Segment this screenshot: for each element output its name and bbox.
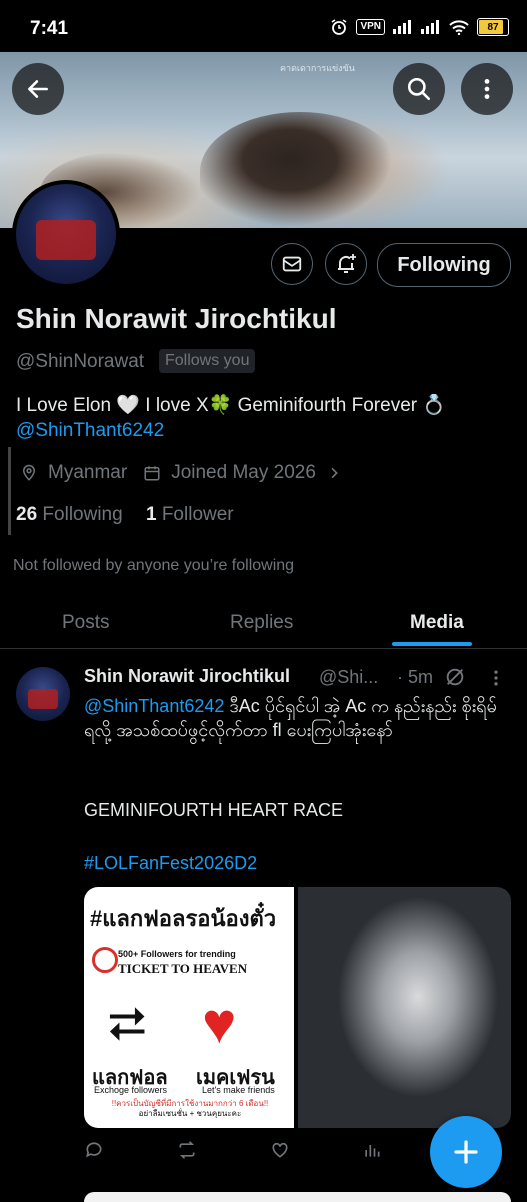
following-count: 26 — [16, 504, 38, 525]
message-button[interactable] — [271, 243, 313, 285]
profile-bio: I Love Elon 🤍 I love X🍀 Geminifourth For… — [16, 395, 447, 416]
signal-icon — [421, 20, 439, 34]
post-author-handle: @Shi... — [319, 667, 379, 687]
media-footer: !!ควรเป็นบัญชีที่มีการใช้งานมากกว่า 6 เด… — [94, 1099, 286, 1119]
post-actions — [84, 1140, 474, 1160]
chevron-right-icon[interactable] — [326, 465, 342, 481]
media-image-left[interactable]: #แลกฟอลรอน้องตั๋ว 500+ Followers for tre… — [84, 887, 294, 1128]
following-button[interactable]: Following — [377, 243, 511, 287]
arrow-left-icon — [28, 80, 48, 98]
heart-icon: ♥ — [202, 991, 237, 1056]
repost-icon[interactable] — [176, 1140, 198, 1160]
profile-name: Shin Norawit Jirochtikul — [16, 303, 337, 334]
status-bar: 7:41 VPN 87 — [0, 0, 527, 52]
post-author-name[interactable]: Shin Norawit Jirochtikul — [84, 666, 290, 687]
target-icon — [92, 947, 118, 973]
wifi-icon — [449, 19, 469, 35]
media-footer-line: !!ควรเป็นบัญชีที่มีการใช้งานมากกว่า 6 เด… — [111, 1099, 269, 1108]
post-mention-link[interactable]: @ShinThant6242 — [84, 696, 224, 716]
follows-you-badge: Follows you — [159, 349, 256, 373]
bio-mention-link[interactable]: @ShinThant6242 — [16, 420, 164, 442]
post-hashtag-link[interactable]: #LOLFanFest2026D2 — [84, 853, 257, 874]
mail-icon — [282, 256, 302, 272]
post-media[interactable]: #แลกฟอลรอน้องตั๋ว 500+ Followers for tre… — [84, 887, 511, 1128]
media-right-caption: Let's make friends — [202, 1085, 275, 1095]
media-image-right[interactable] — [298, 887, 511, 1128]
tab-media[interactable]: Media — [410, 612, 464, 634]
media-left-caption: Exchoge followers — [94, 1085, 168, 1095]
grok-icon[interactable] — [444, 666, 466, 688]
notifications-button[interactable] — [325, 243, 367, 285]
not-followed-notice: Not followed by anyone you’re following — [13, 557, 295, 574]
like-icon[interactable] — [270, 1140, 290, 1160]
following-label: Following — [42, 504, 123, 525]
profile-avatar[interactable] — [12, 180, 120, 288]
profile-joined: Joined May 2026 — [171, 462, 316, 483]
views-icon[interactable] — [362, 1140, 382, 1160]
tab-replies[interactable]: Replies — [230, 612, 293, 634]
tab-posts[interactable]: Posts — [62, 612, 110, 634]
reply-icon[interactable] — [84, 1140, 104, 1160]
banner-figure — [200, 112, 400, 228]
followers-count: 1 — [145, 504, 157, 525]
next-post-preview — [84, 1192, 511, 1202]
status-time: 7:41 — [30, 18, 69, 39]
profile-handle: @ShinNorawat — [16, 351, 145, 372]
profile-location: Myanmar — [48, 462, 128, 483]
more-vertical-icon — [484, 79, 490, 99]
calendar-icon — [144, 466, 160, 481]
post-text-line: GEMINIFOURTH HEART RACE — [84, 800, 344, 820]
plus-icon — [454, 1140, 478, 1164]
battery-icon: 87 — [477, 18, 509, 36]
more-vertical-icon[interactable] — [486, 668, 506, 688]
search-icon — [407, 77, 431, 101]
follow-counts: 26 Following 1 Follower — [16, 504, 234, 526]
post-text: @ShinThant6242 ဒီAc ပိုင်ရှင်ပါ အဲ့ Ac က… — [84, 694, 504, 742]
location-icon — [22, 464, 36, 481]
post-avatar[interactable] — [16, 667, 70, 721]
post-timestamp: · 5m — [397, 667, 433, 687]
followers-label: Follower — [161, 504, 234, 525]
media-title: #แลกฟอลรอน้องตั๋ว — [90, 906, 277, 931]
media-ticket-text: TICKET TO HEAVEN — [118, 961, 248, 976]
profile-meta: Myanmar Joined May 2026 — [20, 462, 342, 484]
back-button[interactable] — [12, 63, 64, 115]
signal-icon — [393, 20, 411, 34]
vpn-badge: VPN — [356, 19, 385, 35]
media-footer-line: อย่าลืมเซนชั่น + ชวนคุยนะคะ — [138, 1109, 242, 1118]
search-button[interactable] — [393, 63, 445, 115]
media-subtitle: 500+ Followers for trending — [118, 949, 236, 959]
banner-overlay-text: คาดเดาการแข่งขัน — [280, 63, 355, 73]
following-link[interactable]: 26 Following — [16, 504, 123, 525]
active-tab-indicator — [392, 642, 472, 646]
divider — [8, 447, 11, 535]
more-button[interactable] — [461, 63, 513, 115]
followers-link[interactable]: 1 Follower — [146, 504, 234, 525]
alarm-icon — [331, 19, 347, 35]
battery-level: 87 — [487, 21, 499, 33]
bell-plus-icon — [338, 254, 356, 273]
status-icons: VPN 87 — [330, 18, 509, 36]
retweet-icon: ⮂ — [108, 998, 147, 1051]
compose-button[interactable] — [430, 1116, 502, 1188]
